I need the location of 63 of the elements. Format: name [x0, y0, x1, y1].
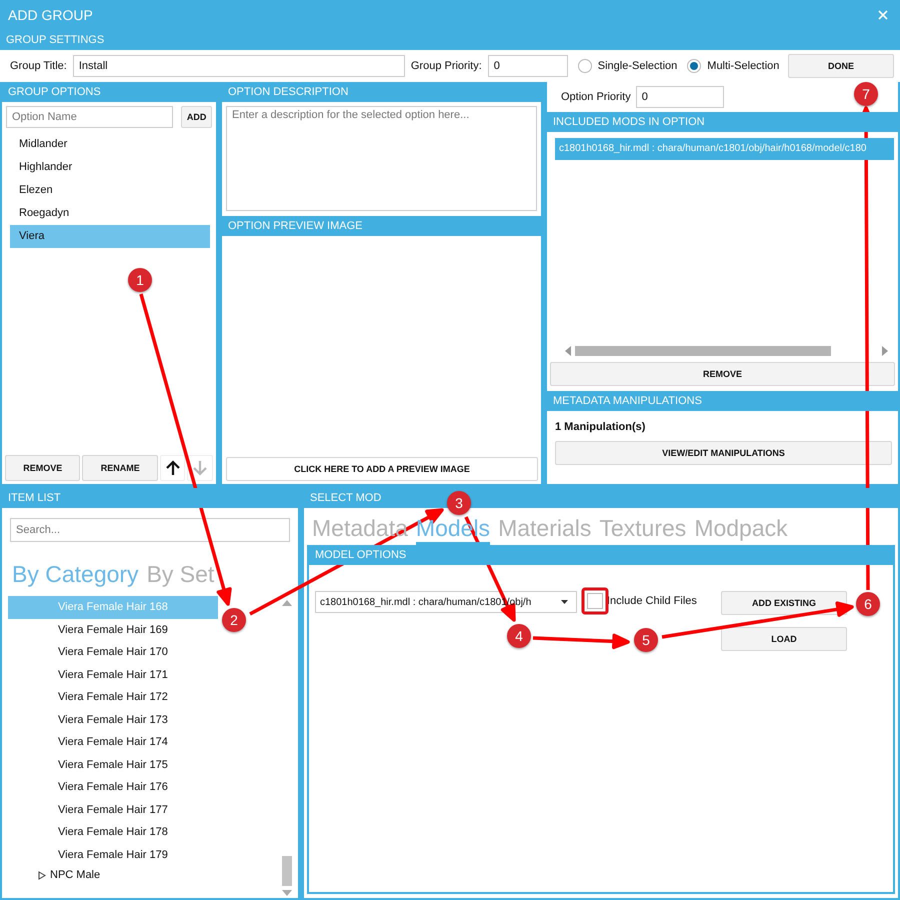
group-priority-field[interactable]: 0 [488, 55, 568, 77]
section-header: ITEM LIST [2, 488, 298, 508]
section-header: OPTION DESCRIPTION [222, 82, 541, 102]
option-list-item[interactable]: Viera [10, 225, 210, 248]
caret-icon [561, 600, 568, 604]
remove-mod-button[interactable]: REMOVE [550, 362, 895, 386]
tree-item[interactable]: Viera Female Hair 178 [8, 821, 218, 844]
section-header: METADATA MANIPULATIONS [547, 391, 898, 411]
section-header: MODEL OPTIONS [309, 545, 893, 565]
radio-button[interactable] [578, 59, 592, 73]
add-button[interactable]: ADD [181, 106, 212, 128]
window-title: ADD GROUP [8, 7, 93, 23]
option-priority-field[interactable]: 0 [636, 86, 724, 108]
section-header: GROUP OPTIONS [2, 82, 216, 102]
checkbox-label[interactable]: Include Child Files [607, 591, 697, 607]
field-label: Group Priority: [410, 60, 482, 72]
tree-item[interactable]: Viera Female Hair 172 [8, 686, 218, 708]
up-arrow-icon [166, 460, 180, 476]
scroll-right-icon[interactable] [882, 346, 888, 356]
field-label: Option Priority [561, 91, 631, 103]
section-header: OPTION PREVIEW IMAGE [222, 216, 541, 236]
scroll-left-icon[interactable] [565, 346, 571, 356]
tree-item[interactable]: Viera Female Hair 173 [8, 708, 218, 731]
tree-item[interactable]: Viera Female Hair 179 [8, 844, 218, 866]
close-icon[interactable] [878, 10, 888, 20]
field-label: Group Title: [10, 60, 67, 72]
option-list-item[interactable]: Elezen [10, 179, 210, 202]
radio-label[interactable]: Multi-Selection [707, 60, 780, 72]
manipulation-count: 1 Manipulation(s) [555, 421, 646, 433]
tree-item[interactable]: Viera Female Hair 175 [8, 754, 218, 776]
tree-item[interactable]: Viera Female Hair 171 [8, 664, 218, 686]
move-up-button[interactable] [160, 455, 186, 481]
scrollbar-thumb[interactable] [575, 346, 831, 356]
option-action-button[interactable]: REMOVE [5, 455, 80, 481]
section-header: INCLUDED MODS IN OPTION [547, 112, 898, 132]
scroll-up-icon[interactable] [282, 600, 292, 606]
model-action-button[interactable]: ADD EXISTING [721, 591, 847, 615]
done-button[interactable]: DONE [788, 54, 894, 78]
add-preview-image-button[interactable]: CLICK HERE TO ADD A PREVIEW IMAGE [226, 457, 538, 481]
tree-item[interactable]: Viera Female Hair 176 [8, 776, 218, 798]
model-action-button[interactable]: LOAD [721, 627, 847, 651]
view-edit-manipulations-button[interactable]: VIEW/EDIT MANIPULATIONS [555, 441, 892, 465]
option-list-item[interactable]: Roegadyn [10, 202, 210, 225]
scrollbar-thumb[interactable] [282, 856, 292, 886]
option-action-button[interactable]: RENAME [82, 455, 158, 481]
highlight-frame [582, 588, 608, 614]
radio-label[interactable]: Single-Selection [598, 60, 678, 72]
down-arrow-icon [193, 460, 208, 476]
option-name-field[interactable]: Option Name [6, 106, 174, 128]
tree-item[interactable]: Viera Female Hair 169 [8, 618, 218, 641]
option-list-item[interactable]: Highlander [10, 156, 210, 179]
group-title-field[interactable]: Install [72, 55, 405, 77]
scroll-down-icon[interactable] [282, 890, 292, 896]
tree-category[interactable]: NPC Male [50, 869, 100, 881]
checkbox[interactable] [587, 593, 603, 609]
option-list-item[interactable]: Midlander [10, 133, 210, 156]
search-field[interactable]: Search... [10, 518, 290, 542]
tree-item[interactable]: Viera Female Hair 177 [8, 798, 218, 821]
description-field[interactable]: Enter a description for the selected option here... [226, 106, 537, 211]
radio-button[interactable] [687, 59, 702, 73]
tree-item[interactable]: Viera Female Hair 174 [8, 731, 218, 754]
tree-item[interactable]: Viera Female Hair 170 [8, 641, 218, 664]
expand-arrow-icon[interactable] [38, 870, 46, 880]
